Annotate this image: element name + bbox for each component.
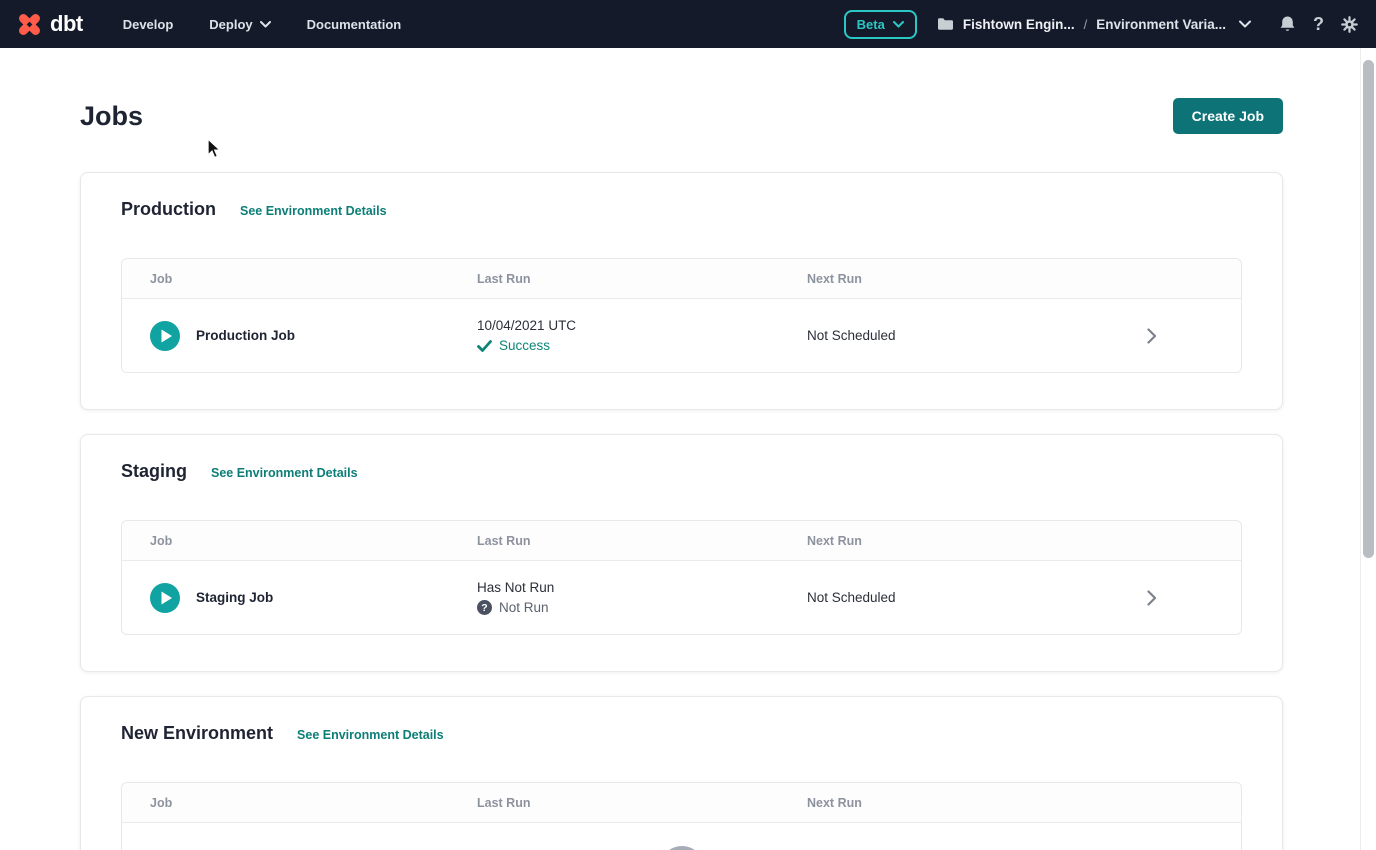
row-actions-cell bbox=[1147, 328, 1241, 344]
top-nav: dbt Develop Deploy Documentation Beta Fi… bbox=[0, 0, 1376, 48]
see-environment-details-link[interactable]: See Environment Details bbox=[211, 466, 358, 480]
breadcrumb[interactable]: Fishtown Engin... / Environment Varia... bbox=[937, 17, 1251, 32]
chevron-right-icon[interactable] bbox=[1147, 590, 1157, 606]
empty-state: ? bbox=[122, 823, 1241, 850]
column-header-last-run: Last Run bbox=[477, 272, 807, 286]
brand-text: dbt bbox=[50, 11, 83, 37]
column-header-job: Job bbox=[122, 796, 477, 810]
nav-icon-group: ? bbox=[1279, 15, 1358, 33]
page-header: Jobs Create Job bbox=[80, 98, 1283, 134]
column-header-last-run: Last Run bbox=[477, 534, 807, 548]
environment-card-new-environment: New Environment See Environment Details … bbox=[80, 696, 1283, 850]
next-run-cell: Not Scheduled bbox=[807, 328, 1147, 343]
last-run-cell: 10/04/2021 UTC Success bbox=[477, 318, 807, 353]
job-table-header: Job Last Run Next Run bbox=[122, 521, 1241, 561]
job-table-header: Job Last Run Next Run bbox=[122, 259, 1241, 299]
empty-state-question-icon: ? bbox=[660, 846, 704, 850]
job-name: Staging Job bbox=[196, 590, 273, 605]
nav-right-group: Beta Fishtown Engin... / Environment Var… bbox=[844, 10, 1358, 39]
nav-item-develop-label: Develop bbox=[123, 17, 174, 32]
question-circle-icon: ? bbox=[477, 600, 492, 615]
nav-item-deploy[interactable]: Deploy bbox=[209, 17, 270, 32]
last-run-date: Has Not Run bbox=[477, 580, 807, 595]
status-line: Success bbox=[477, 338, 807, 353]
bell-icon[interactable] bbox=[1279, 15, 1296, 33]
status-badge: Success bbox=[499, 338, 550, 353]
job-row-production[interactable]: Production Job 10/04/2021 UTC Success No… bbox=[122, 299, 1241, 372]
chevron-down-icon bbox=[1239, 20, 1251, 28]
environment-card-staging: Staging See Environment Details Job Last… bbox=[80, 434, 1283, 672]
column-header-last-run: Last Run bbox=[477, 796, 807, 810]
create-job-button[interactable]: Create Job bbox=[1173, 98, 1283, 134]
status-line: ? Not Run bbox=[477, 600, 807, 615]
breadcrumb-separator: / bbox=[1084, 17, 1088, 32]
environment-header: New Environment See Environment Details bbox=[121, 723, 1242, 744]
dbt-logo[interactable]: dbt bbox=[16, 11, 83, 38]
environment-title: Production bbox=[121, 199, 216, 220]
job-table: Job Last Run Next Run Staging Job Ha bbox=[121, 520, 1242, 635]
job-name: Production Job bbox=[196, 328, 295, 343]
beta-label: Beta bbox=[857, 17, 885, 32]
see-environment-details-link[interactable]: See Environment Details bbox=[240, 204, 387, 218]
environment-header: Production See Environment Details bbox=[121, 199, 1242, 220]
chevron-down-icon bbox=[893, 21, 904, 28]
nav-item-develop[interactable]: Develop bbox=[123, 17, 174, 32]
help-icon[interactable]: ? bbox=[1313, 15, 1324, 33]
primary-nav: Develop Deploy Documentation bbox=[123, 17, 402, 32]
last-run-cell: Has Not Run ? Not Run bbox=[477, 580, 807, 615]
dbt-logo-icon bbox=[16, 11, 43, 38]
main-content: Jobs Create Job Production See Environme… bbox=[80, 98, 1283, 850]
job-table: Job Last Run Next Run ? bbox=[121, 782, 1242, 850]
column-header-next-run: Next Run bbox=[807, 796, 1147, 810]
status-badge: Not Run bbox=[499, 600, 549, 615]
last-run-date: 10/04/2021 UTC bbox=[477, 318, 807, 333]
see-environment-details-link[interactable]: See Environment Details bbox=[297, 728, 444, 742]
chevron-right-icon[interactable] bbox=[1147, 328, 1157, 344]
breadcrumb-page: Environment Varia... bbox=[1096, 17, 1226, 32]
column-header-next-run: Next Run bbox=[807, 272, 1147, 286]
environment-title: Staging bbox=[121, 461, 187, 482]
breadcrumb-account: Fishtown Engin... bbox=[963, 17, 1075, 32]
job-row-staging[interactable]: Staging Job Has Not Run ? Not Run Not Sc… bbox=[122, 561, 1241, 634]
environment-header: Staging See Environment Details bbox=[121, 461, 1242, 482]
job-table-header: Job Last Run Next Run bbox=[122, 783, 1241, 823]
job-cell: Production Job bbox=[122, 321, 477, 351]
page-title: Jobs bbox=[80, 101, 143, 132]
nav-item-documentation[interactable]: Documentation bbox=[307, 17, 402, 32]
job-table: Job Last Run Next Run Production Job bbox=[121, 258, 1242, 373]
run-job-play-button[interactable] bbox=[150, 583, 180, 613]
environment-card-production: Production See Environment Details Job L… bbox=[80, 172, 1283, 410]
job-cell: Staging Job bbox=[122, 583, 477, 613]
next-run-cell: Not Scheduled bbox=[807, 590, 1147, 605]
environment-title: New Environment bbox=[121, 723, 273, 744]
column-header-job: Job bbox=[122, 534, 477, 548]
column-header-job: Job bbox=[122, 272, 477, 286]
beta-dropdown[interactable]: Beta bbox=[844, 10, 917, 39]
nav-item-deploy-label: Deploy bbox=[209, 17, 252, 32]
column-header-next-run: Next Run bbox=[807, 534, 1147, 548]
success-check-icon bbox=[477, 340, 492, 352]
row-actions-cell bbox=[1147, 590, 1241, 606]
nav-item-documentation-label: Documentation bbox=[307, 17, 402, 32]
run-job-play-button[interactable] bbox=[150, 321, 180, 351]
scrollbar-thumb[interactable] bbox=[1363, 60, 1374, 558]
vertical-scrollbar[interactable] bbox=[1360, 48, 1376, 850]
folder-icon bbox=[937, 17, 954, 31]
chevron-down-icon bbox=[260, 21, 271, 28]
gear-icon[interactable] bbox=[1341, 16, 1358, 33]
